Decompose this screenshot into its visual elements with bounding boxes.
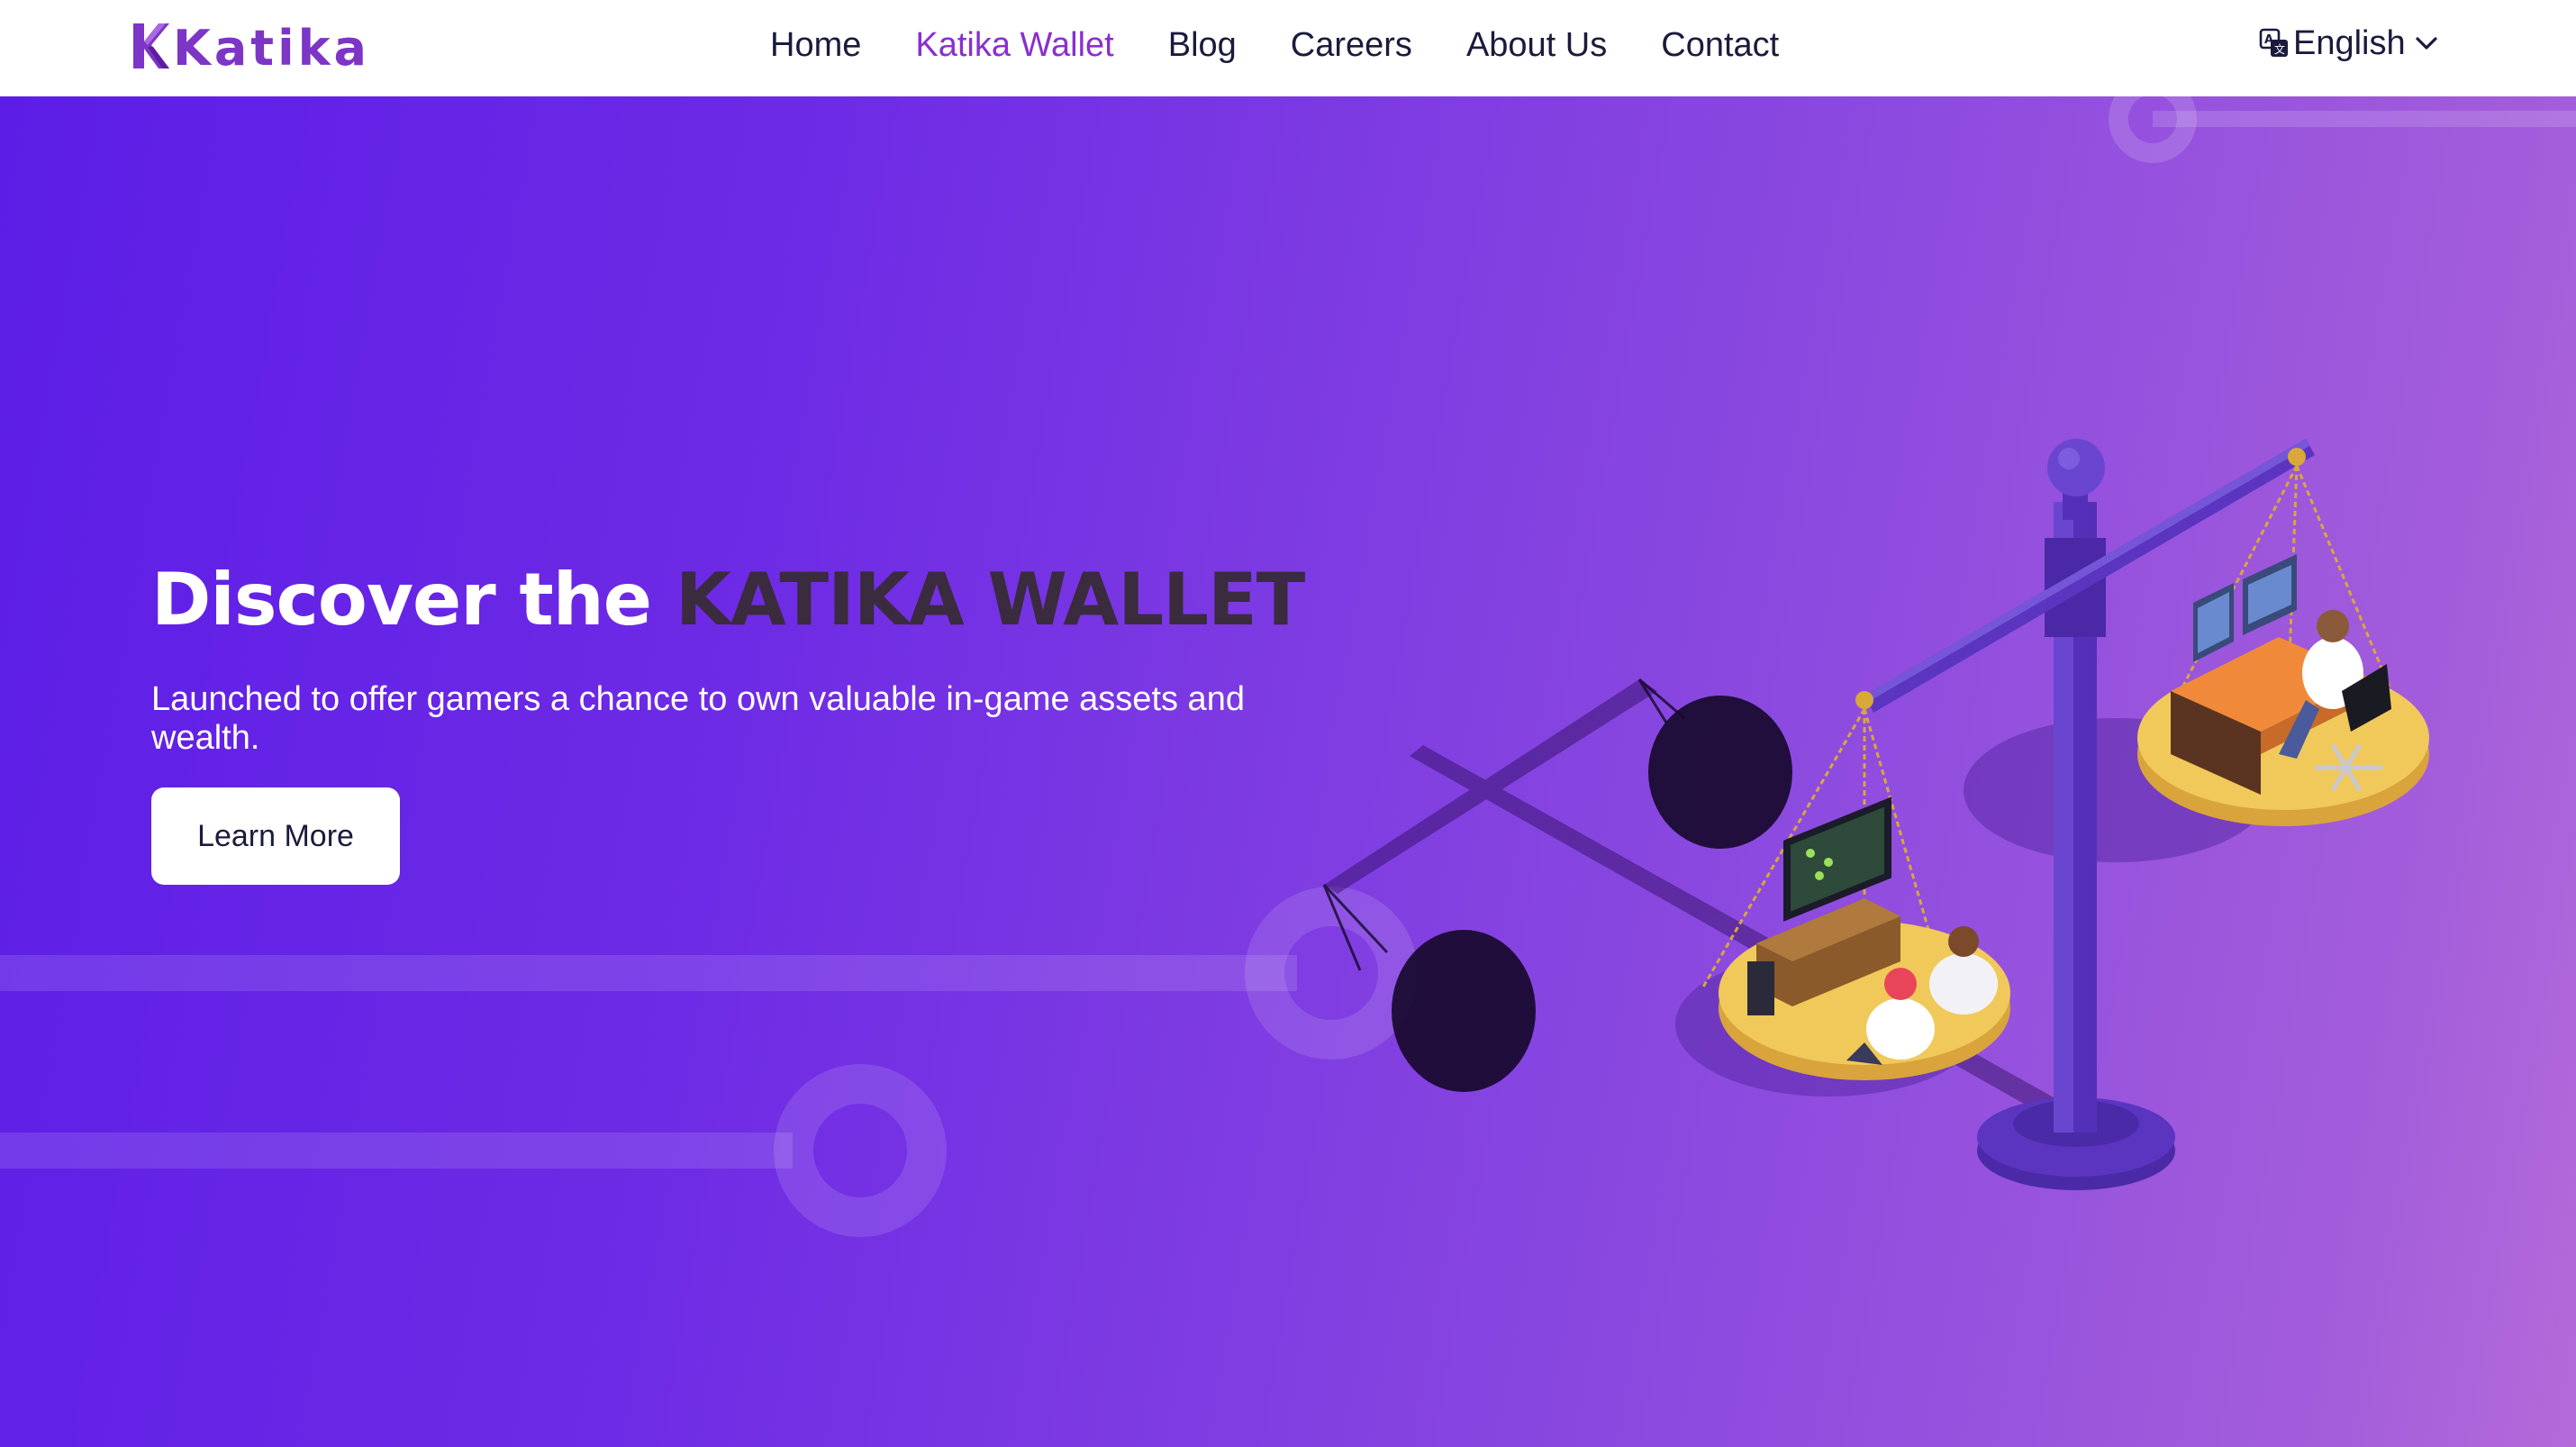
svg-text:文: 文 [2274,42,2285,56]
nav-about-us[interactable]: About Us [1466,26,1607,65]
hero-title: Discover the KATIKA WALLET [151,558,1306,642]
translate-icon: A 文 [2259,28,2288,57]
learn-more-button[interactable]: Learn More [151,787,400,885]
language-selector[interactable]: A 文 English [2259,20,2438,67]
nav-home[interactable]: Home [770,26,861,65]
nav-careers[interactable]: Careers [1291,26,1412,65]
nav-katika-wallet[interactable]: Katika Wallet [915,26,1113,65]
top-navbar: Katika Home Katika Wallet Blog Careers A… [0,0,2576,96]
katika-logo[interactable]: Katika [132,18,370,74]
hero-subtitle: Launched to offer gamers a chance to own… [151,680,1245,757]
balance-scale-gamers-illustration [1322,439,2429,1190]
language-label: English [2293,23,2406,62]
nav-contact[interactable]: Contact [1661,26,1779,65]
hero-title-prefix: Discover the [151,558,676,642]
chevron-down-icon [2416,37,2437,50]
nav-blog[interactable]: Blog [1168,26,1237,65]
katika-k-logo-icon [133,23,169,68]
brand-name: Katika [173,20,370,77]
hero-section: Discover the KATIKA WALLET Launched to o… [0,96,2576,1447]
main-nav: Home Katika Wallet Blog Careers About Us… [770,0,1833,90]
hero-title-accent: KATIKA WALLET [675,558,1306,642]
